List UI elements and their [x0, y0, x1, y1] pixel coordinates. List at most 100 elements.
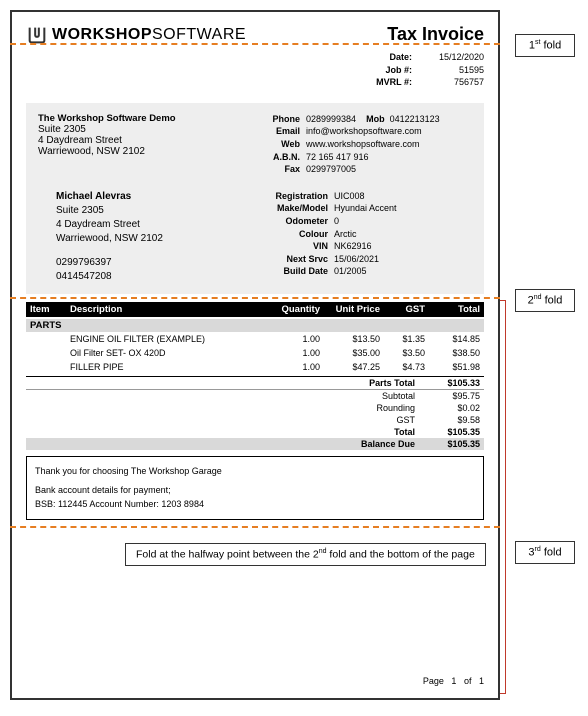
- payment-box: Thank you for choosing The Workshop Gara…: [26, 456, 484, 521]
- tax-invoice-title: Tax Invoice: [362, 24, 484, 45]
- reg-val: UIC008: [334, 190, 472, 203]
- customer-phone1: 0299796397: [56, 256, 250, 270]
- customer-phone2: 0414547208: [56, 270, 250, 284]
- payment-bsb: BSB: 112445 Account Number: 1203 8984: [35, 498, 475, 512]
- fold-line-3: [10, 526, 500, 528]
- mob-val: 0412213123: [390, 114, 440, 124]
- line-total: $51.98: [425, 362, 480, 372]
- line-gst: $4.73: [380, 362, 425, 372]
- company-line1: Suite 2305: [38, 124, 250, 135]
- bracket: [500, 300, 506, 694]
- meta-job-label: Job #:: [362, 64, 412, 77]
- info-block: The Workshop Software Demo Suite 2305 4 …: [26, 103, 484, 294]
- header: WORKSHOPSOFTWARE Tax Invoice Date: 15/12/…: [26, 24, 484, 89]
- fold-txt: fold: [540, 40, 561, 52]
- fold-suf: nd: [534, 294, 542, 301]
- header-right: Tax Invoice Date:15/12/2020 Job #:51595 …: [362, 24, 484, 89]
- bd-lbl: Build Date: [262, 265, 334, 278]
- logo-light: SOFTWARE: [152, 26, 246, 43]
- customer-line3: Warriewood, NSW 2102: [56, 232, 250, 246]
- line-qty: 1.00: [265, 348, 320, 358]
- ns-val: 15/06/2021: [334, 253, 472, 266]
- company-line3: Warriewood, NSW 2102: [38, 146, 250, 157]
- fold-label-1: 1st fold: [515, 34, 575, 57]
- col-desc: Description: [70, 304, 265, 315]
- col-total: Total: [425, 304, 480, 315]
- halfway-rest: fold and the bottom of the page: [327, 549, 475, 561]
- gst-val: $9.58: [425, 415, 480, 425]
- line-unit: $13.50: [320, 334, 380, 344]
- fold-label-3: 3rd fold: [515, 541, 575, 564]
- line-desc: Oil Filter SET- OX 420D: [70, 348, 265, 358]
- web-val: www.workshopsoftware.com: [306, 138, 472, 151]
- parts-total-val: $105.33: [425, 378, 480, 388]
- col-gst: GST: [380, 304, 425, 315]
- email-val: info@workshopsoftware.com: [306, 125, 472, 138]
- meta-date-val: 15/12/2020: [424, 51, 484, 64]
- footer-page-total: 1: [479, 676, 484, 686]
- meta-mvrl-val: 756757: [424, 76, 484, 89]
- halfway-text: Fold at the halfway point between the 2: [136, 549, 319, 561]
- reg-lbl: Registration: [262, 190, 334, 203]
- totals: Parts Total$105.33 Subtotal$95.75 Roundi…: [26, 376, 484, 450]
- logo-text: WORKSHOPSOFTWARE: [52, 26, 246, 44]
- gst-lbl: GST: [396, 415, 425, 425]
- page-footer: Page 1 of 1: [423, 676, 484, 686]
- fold-line-1: [10, 43, 500, 45]
- abn-lbl: A.B.N.: [262, 151, 300, 164]
- mm-val: Hyundai Accent: [334, 202, 472, 215]
- col-lbl: Colour: [262, 228, 334, 241]
- table-row: ENGINE OIL FILTER (EXAMPLE)1.00$13.50$1.…: [26, 332, 484, 346]
- line-desc: FILLER PIPE: [70, 362, 265, 372]
- company-contact: Phone 0289999384 Mob 0412213123 Emailinf…: [262, 113, 472, 176]
- table-header: Item Description Quantity Unit Price GST…: [26, 302, 484, 317]
- col-unit: Unit Price: [320, 304, 380, 315]
- mob-lbl: Mob: [366, 114, 385, 124]
- vin-lbl: VIN: [262, 240, 334, 253]
- phone-val: 0289999384: [306, 114, 356, 124]
- table-row: Oil Filter SET- OX 420D1.00$35.00$3.50$3…: [26, 346, 484, 360]
- meta-date-label: Date:: [362, 51, 412, 64]
- fold-txt: fold: [542, 295, 563, 307]
- total-lbl: Total: [394, 427, 425, 437]
- customer-block: Michael Alevras Suite 2305 4 Daydream St…: [38, 190, 250, 284]
- web-lbl: Web: [262, 138, 300, 151]
- payment-thanks: Thank you for choosing The Workshop Gara…: [35, 465, 475, 479]
- total-val: $105.35: [425, 427, 480, 437]
- ns-lbl: Next Srvc: [262, 253, 334, 266]
- company-address: The Workshop Software Demo Suite 2305 4 …: [38, 113, 250, 176]
- customer-name: Michael Alevras: [56, 190, 250, 204]
- line-unit: $47.25: [320, 362, 380, 372]
- company-line2: 4 Daydream Street: [38, 135, 250, 146]
- payment-details-lbl: Bank account details for payment;: [35, 484, 475, 498]
- company-name: The Workshop Software Demo: [38, 113, 250, 124]
- sub-lbl: Subtotal: [382, 391, 425, 401]
- fax-lbl: Fax: [262, 163, 300, 176]
- mm-lbl: Make/Model: [262, 202, 334, 215]
- line-total: $38.50: [425, 348, 480, 358]
- meta-mvrl-label: MVRL #:: [362, 76, 412, 89]
- halfway-note: Fold at the halfway point between the 2n…: [125, 543, 486, 566]
- email-lbl: Email: [262, 125, 300, 138]
- vehicle-block: RegistrationUIC008 Make/ModelHyundai Acc…: [262, 190, 472, 284]
- line-qty: 1.00: [265, 334, 320, 344]
- line-gst: $1.35: [380, 334, 425, 344]
- round-val: $0.02: [425, 403, 480, 413]
- bal-val: $105.35: [425, 439, 480, 449]
- parts-bar: PARTS: [26, 319, 484, 332]
- footer-page-cur: 1: [451, 676, 456, 686]
- table-row: FILLER PIPE1.00$47.25$4.73$51.98: [26, 360, 484, 374]
- line-total: $14.85: [425, 334, 480, 344]
- fold-label-2: 2nd fold: [515, 289, 575, 312]
- meta-job-val: 51595: [424, 64, 484, 77]
- parts-total-lbl: Parts Total: [369, 378, 425, 388]
- col-qty: Quantity: [265, 304, 320, 315]
- fax-val: 0299797005: [306, 163, 472, 176]
- invoice-page: WORKSHOPSOFTWARE Tax Invoice Date: 15/12/…: [10, 10, 500, 700]
- halfway-suf: nd: [319, 548, 327, 555]
- logo-bold: WORKSHOP: [52, 26, 152, 43]
- odo-lbl: Odometer: [262, 215, 334, 228]
- fold-line-2: [10, 297, 500, 299]
- line-qty: 1.00: [265, 362, 320, 372]
- footer-page-of: of: [464, 676, 472, 686]
